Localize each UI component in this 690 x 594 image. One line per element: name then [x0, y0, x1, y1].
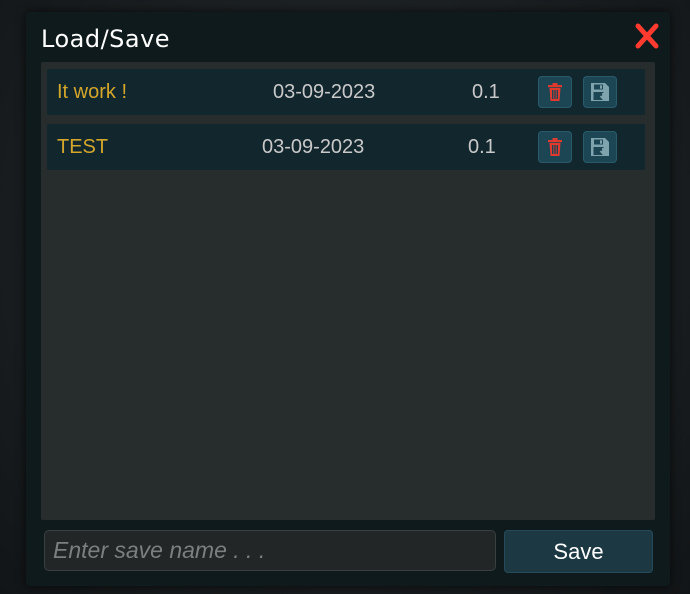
save-row[interactable]: TEST 03-09-2023 0.1 [47, 124, 645, 170]
save-list: It work ! 03-09-2023 0.1 TEST 03-09-2023… [41, 62, 655, 520]
save-button[interactable]: Save [504, 530, 653, 573]
save-name-input[interactable] [44, 530, 496, 571]
load-save-dialog: Load/Save It work ! 03-09-2023 0.1 TEST … [26, 12, 670, 586]
floppy-disk-icon [591, 138, 609, 156]
save-date: 03-09-2023 [273, 81, 376, 103]
delete-button[interactable] [538, 131, 572, 163]
close-x-icon [635, 23, 659, 49]
save-name: TEST [57, 136, 109, 158]
dialog-title: Load/Save [41, 25, 171, 53]
trash-icon [548, 83, 562, 101]
trash-icon [548, 138, 562, 156]
save-row[interactable]: It work ! 03-09-2023 0.1 [47, 69, 645, 115]
save-name: It work ! [57, 81, 128, 103]
floppy-disk-icon [591, 83, 609, 101]
save-version: 0.1 [468, 136, 496, 158]
delete-button[interactable] [538, 76, 572, 108]
load-button[interactable] [583, 131, 617, 163]
save-version: 0.1 [472, 81, 500, 103]
close-button[interactable] [629, 18, 665, 54]
load-button[interactable] [583, 76, 617, 108]
save-date: 03-09-2023 [262, 136, 365, 158]
